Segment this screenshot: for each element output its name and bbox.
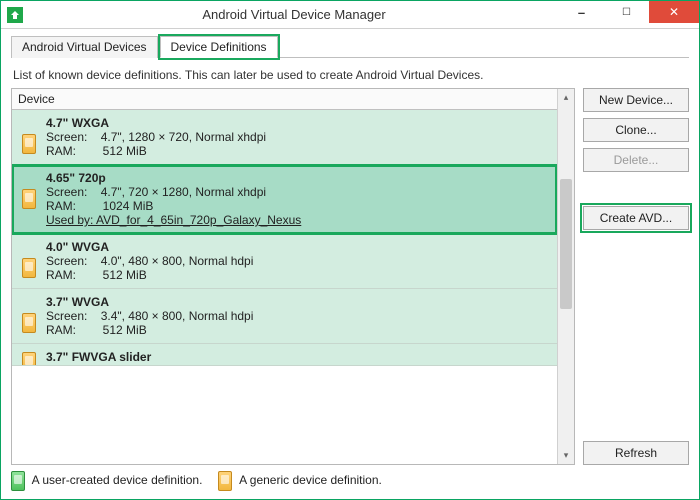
device-icon	[22, 313, 36, 333]
device-title: 4.0" WVGA	[46, 240, 549, 254]
device-ram: RAM: 512 MiB	[46, 268, 549, 282]
minimize-button[interactable]	[559, 1, 604, 23]
clone-button[interactable]: Clone...	[583, 118, 689, 142]
client-area: Android Virtual Devices Device Definitio…	[1, 29, 699, 499]
side-buttons: New Device... Clone... Delete... Create …	[583, 88, 689, 465]
device-title: 3.7" WVGA	[46, 295, 549, 309]
table-row[interactable]: 3.7" WVGA Screen: 3.4", 480 × 800, Norma…	[12, 289, 557, 344]
delete-button[interactable]: Delete...	[583, 148, 689, 172]
device-rows: 4.7" WXGA Screen: 4.7", 1280 × 720, Norm…	[12, 110, 557, 464]
device-ram: RAM: 512 MiB	[46, 323, 549, 337]
scroll-thumb[interactable]	[560, 179, 572, 309]
refresh-button[interactable]: Refresh	[583, 441, 689, 465]
table-row[interactable]: 4.7" WXGA Screen: 4.7", 1280 × 720, Norm…	[12, 110, 557, 165]
window-title: Android Virtual Device Manager	[29, 7, 559, 22]
table-row[interactable]: 4.0" WVGA Screen: 4.0", 480 × 800, Norma…	[12, 234, 557, 289]
device-screen: Screen: 4.7", 1280 × 720, Normal xhdpi	[46, 130, 549, 144]
tab-bar: Android Virtual Devices Device Definitio…	[11, 35, 689, 58]
new-device-button[interactable]: New Device...	[583, 88, 689, 112]
titlebar: Android Virtual Device Manager	[1, 1, 699, 29]
tab-device-definitions[interactable]: Device Definitions	[160, 36, 278, 58]
scroll-up-icon[interactable]: ▴	[558, 89, 574, 106]
user-device-icon	[11, 471, 25, 491]
device-title: 4.65" 720p	[46, 171, 549, 185]
device-screen: Screen: 3.4", 480 × 800, Normal hdpi	[46, 309, 549, 323]
main-row: Device 4.7" WXGA Screen: 4.7", 1280 × 72…	[11, 88, 689, 465]
table-row[interactable]: 3.7" FWVGA slider	[12, 344, 557, 366]
legend-generic-text: A generic device definition.	[239, 473, 382, 487]
table-row[interactable]: 4.65" 720p Screen: 4.7", 720 × 1280, Nor…	[12, 165, 557, 234]
close-button[interactable]	[649, 1, 699, 23]
device-screen: Screen: 4.7", 720 × 1280, Normal xhdpi	[46, 185, 549, 199]
device-icon	[22, 134, 36, 154]
device-ram: RAM: 1024 MiB	[46, 199, 549, 213]
device-screen: Screen: 4.0", 480 × 800, Normal hdpi	[46, 254, 549, 268]
window-frame: Android Virtual Device Manager Android V…	[0, 0, 700, 500]
column-header-device[interactable]: Device	[12, 89, 557, 110]
device-icon	[22, 352, 36, 366]
generic-device-icon	[218, 471, 232, 491]
device-title: 4.7" WXGA	[46, 116, 549, 130]
device-ram: RAM: 512 MiB	[46, 144, 549, 158]
tab-android-virtual-devices[interactable]: Android Virtual Devices	[11, 36, 158, 58]
device-list: Device 4.7" WXGA Screen: 4.7", 1280 × 72…	[11, 88, 575, 465]
legend: A user-created device definition. A gene…	[11, 471, 689, 491]
legend-user-text: A user-created device definition.	[32, 473, 203, 487]
legend-generic: A generic device definition.	[218, 471, 381, 491]
device-icon	[22, 258, 36, 278]
device-icon	[22, 189, 36, 209]
app-icon	[7, 7, 23, 23]
scroll-down-icon[interactable]: ▾	[558, 447, 574, 464]
legend-user: A user-created device definition.	[11, 471, 202, 491]
window-buttons	[559, 1, 699, 28]
maximize-button[interactable]	[604, 1, 649, 23]
create-avd-button[interactable]: Create AVD...	[583, 206, 689, 230]
device-used-by: Used by: AVD_for_4_65in_720p_Galaxy_Nexu…	[46, 213, 549, 227]
device-title: 3.7" FWVGA slider	[46, 350, 549, 364]
vertical-scrollbar[interactable]: ▴ ▾	[557, 89, 574, 464]
description-text: List of known device definitions. This c…	[13, 68, 689, 82]
